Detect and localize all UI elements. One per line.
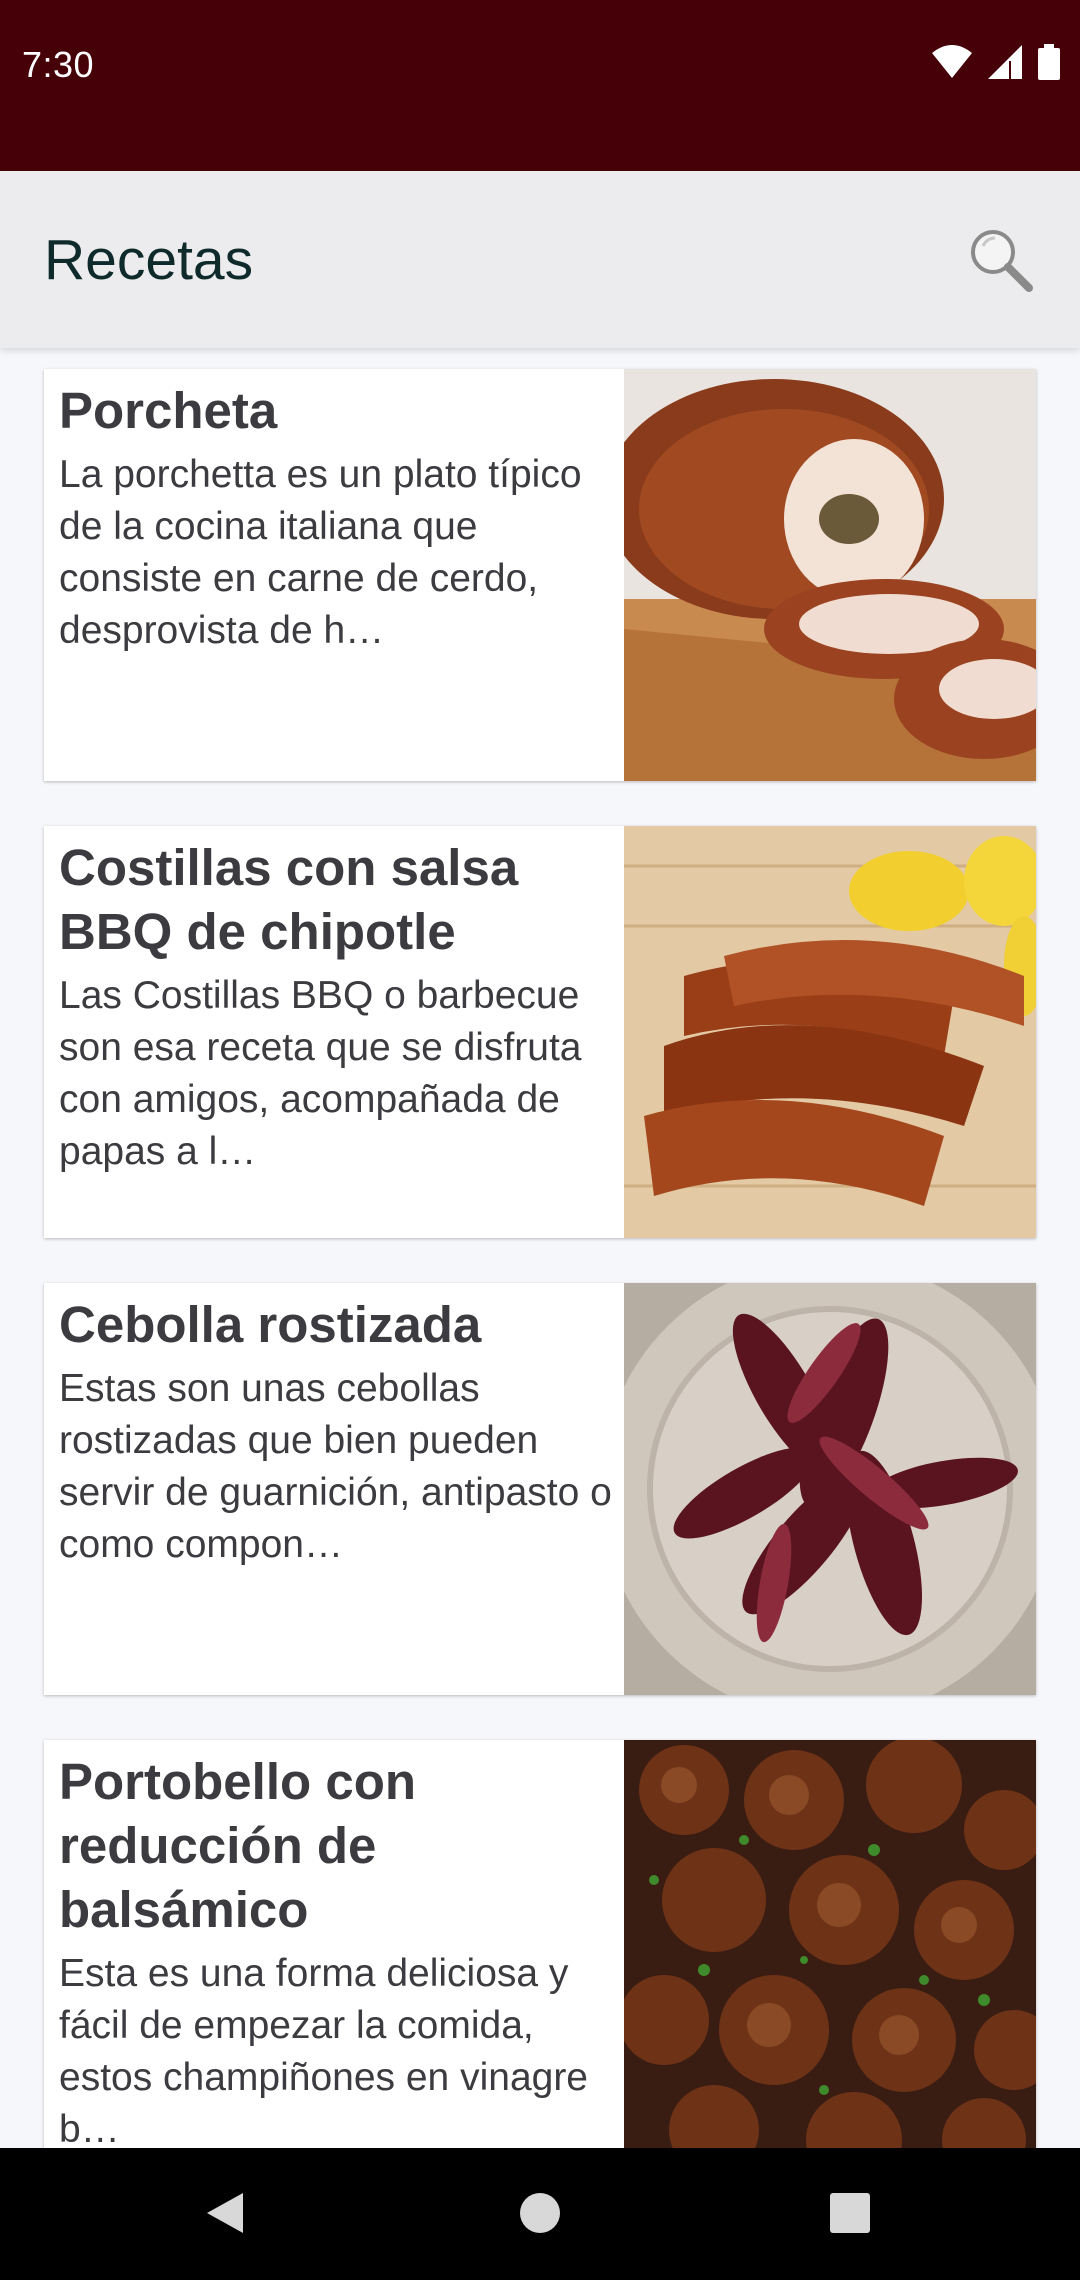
recents-button[interactable] <box>815 2180 885 2250</box>
cell-signal-icon <box>988 45 1022 84</box>
recipe-text: Portobello con reducción de balsámico Es… <box>59 1750 619 2148</box>
recipe-title: Portobello con reducción de balsámico <box>59 1753 416 1938</box>
recipe-list[interactable]: Porcheta La porchetta es un plato típico… <box>0 348 1080 2148</box>
recipe-text: Costillas con salsa BBQ de chipotle Las … <box>59 836 619 1178</box>
status-bar: 7:30 <box>0 0 1080 171</box>
recipe-description: Estas son unas cebollas rostizadas que b… <box>59 1367 612 1566</box>
recipe-title: Cebolla rostizada <box>59 1296 482 1353</box>
recipe-text: Cebolla rostizada Estas son unas cebolla… <box>59 1293 619 1571</box>
home-button[interactable] <box>505 2180 575 2250</box>
app-bar: Recetas <box>0 171 1080 348</box>
status-icons <box>932 44 1060 85</box>
back-icon <box>203 2189 247 2242</box>
search-icon <box>965 224 1035 299</box>
recipe-text: Porcheta La porchetta es un plato típico… <box>59 379 619 657</box>
page-title: Recetas <box>44 228 254 292</box>
recipe-title: Porcheta <box>59 382 278 439</box>
nav-bar <box>0 2148 1080 2280</box>
recipe-card[interactable]: Costillas con salsa BBQ de chipotle Las … <box>44 826 1036 1238</box>
recipe-card[interactable]: Cebolla rostizada Estas son unas cebolla… <box>44 1283 1036 1695</box>
recipe-description: Esta es una forma deliciosa y fácil de e… <box>59 1952 588 2148</box>
recipe-description: Las Costillas BBQ o barbecue son esa rec… <box>59 974 582 1173</box>
battery-icon <box>1038 44 1060 85</box>
search-button[interactable] <box>960 221 1040 301</box>
recipe-card[interactable]: Porcheta La porchetta es un plato típico… <box>44 369 1036 781</box>
bbq-ribs-photo <box>624 826 1036 1238</box>
portobello-photo <box>619 1740 1036 2148</box>
recents-icon <box>828 2191 872 2240</box>
status-time: 7:30 <box>22 44 95 85</box>
porchetta-photo <box>604 369 1036 781</box>
home-icon <box>518 2191 562 2240</box>
recipe-description: La porchetta es un plato típico de la co… <box>59 453 582 652</box>
wifi-icon <box>932 45 972 84</box>
back-button[interactable] <box>190 2180 260 2250</box>
recipe-title: Costillas con salsa BBQ de chipotle <box>59 839 519 960</box>
recipe-card[interactable]: Portobello con reducción de balsámico Es… <box>44 1740 1036 2148</box>
roasted-onion-photo <box>600 1283 1036 1695</box>
